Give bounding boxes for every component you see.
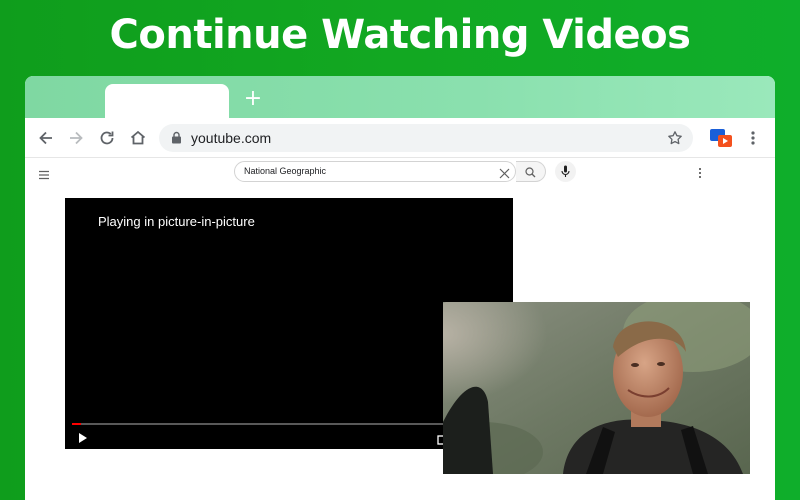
browser-window: + youtube.com National Geographic Playin… bbox=[25, 76, 775, 500]
pip-extension-icon[interactable] bbox=[709, 127, 733, 149]
url-text: youtube.com bbox=[191, 130, 272, 146]
reload-icon[interactable] bbox=[97, 128, 117, 148]
back-arrow-icon[interactable] bbox=[36, 128, 56, 148]
home-icon[interactable] bbox=[128, 128, 148, 148]
play-icon[interactable] bbox=[78, 431, 88, 449]
clear-search-icon[interactable] bbox=[499, 166, 510, 184]
progress-bar[interactable] bbox=[72, 423, 506, 425]
progress-fill bbox=[72, 423, 81, 425]
search-icon bbox=[525, 167, 536, 178]
youtube-search-button[interactable] bbox=[516, 161, 546, 182]
search-term: National Geographic bbox=[244, 166, 327, 176]
microphone-icon bbox=[561, 165, 570, 177]
browser-toolbar: youtube.com bbox=[25, 118, 775, 158]
video-frame-image bbox=[443, 302, 750, 474]
youtube-more-icon[interactable] bbox=[698, 166, 702, 178]
voice-search-button[interactable] bbox=[555, 161, 576, 182]
pip-status-message: Playing in picture-in-picture bbox=[98, 214, 255, 229]
hamburger-menu-icon[interactable] bbox=[38, 167, 50, 180]
forward-arrow-icon[interactable] bbox=[66, 128, 86, 148]
youtube-masthead: National Geographic bbox=[25, 158, 775, 186]
lock-icon[interactable] bbox=[171, 131, 182, 149]
kebab-menu-icon[interactable] bbox=[747, 128, 759, 148]
page-headline: Continue Watching Videos bbox=[109, 12, 691, 58]
star-icon[interactable] bbox=[667, 130, 683, 151]
active-tab[interactable] bbox=[105, 84, 229, 118]
new-tab-button[interactable]: + bbox=[243, 88, 263, 110]
address-bar[interactable]: youtube.com bbox=[159, 124, 693, 152]
tab-strip: + bbox=[25, 76, 775, 118]
picture-in-picture-window[interactable] bbox=[443, 302, 750, 474]
youtube-search-input[interactable]: National Geographic bbox=[234, 161, 516, 182]
